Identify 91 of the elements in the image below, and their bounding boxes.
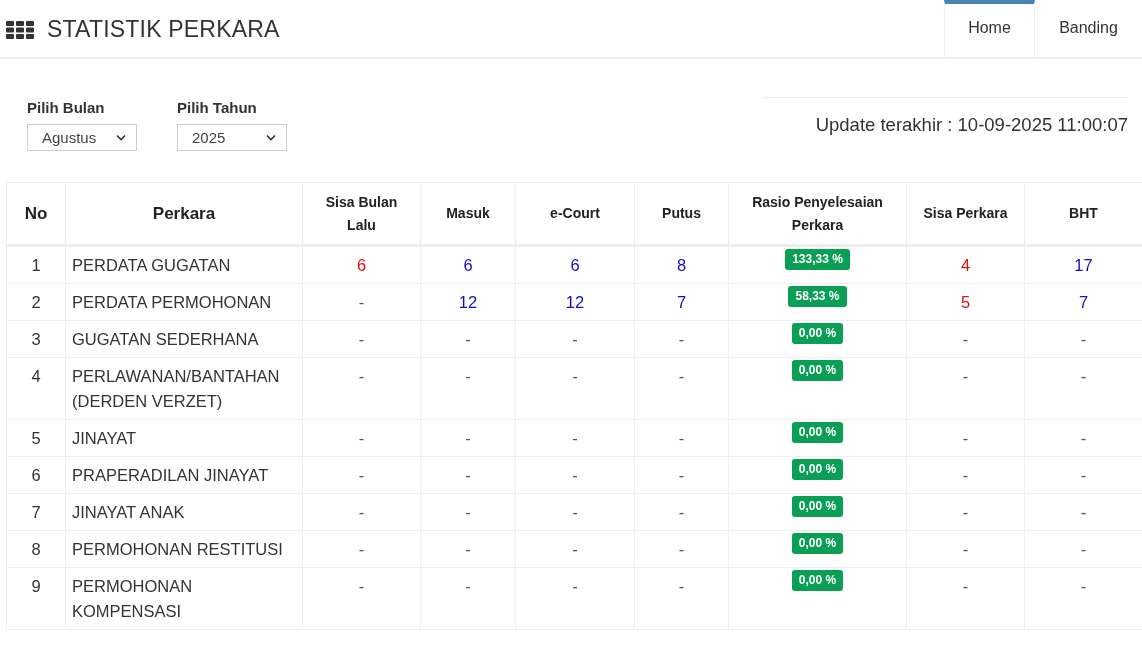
table-cell: PERLAWANAN/BANTAHAN (DERDEN VERZET): [65, 357, 303, 420]
table-cell: 12: [420, 283, 516, 321]
filter-label: Pilih Tahun: [177, 99, 258, 116]
table-cell: 4: [906, 245, 1025, 284]
table-cell: -: [515, 357, 635, 420]
ratio-badge: 58,33 %: [788, 286, 847, 307]
table-cell: -: [906, 493, 1025, 531]
filter-label: Pilih Bulan: [27, 99, 106, 116]
table-cell: 7: [6, 493, 66, 531]
table-cell: -: [906, 419, 1025, 457]
column-header: e-Court: [515, 182, 635, 246]
table-cell: -: [302, 419, 421, 457]
column-header: Sisa Perkara: [906, 182, 1025, 246]
table-cell: -: [302, 567, 421, 630]
table-cell: PERMOHONAN RESTITUSI: [65, 530, 303, 568]
table-cell: -: [420, 419, 516, 457]
table-cell: PERDATA PERMOHONAN: [65, 283, 303, 321]
column-header: Rasio Penyelesaian Perkara: [728, 182, 907, 246]
table-cell: 6: [515, 245, 635, 284]
ratio-badge: 0,00 %: [791, 422, 844, 443]
table-cell: PERMOHONAN KOMPENSASI: [65, 567, 303, 630]
column-header: Putus: [634, 182, 729, 246]
table-cell: -: [420, 567, 516, 630]
table-cell: -: [515, 530, 635, 568]
table-cell: 3: [6, 320, 66, 358]
table-cell: 5: [6, 419, 66, 457]
grid-menu-icon[interactable]: [6, 20, 34, 39]
table-cell: JINAYAT ANAK: [65, 493, 303, 531]
table-cell: -: [515, 419, 635, 457]
table-cell: JINAYAT: [65, 419, 303, 457]
table-cell: GUGATAN SEDERHANA: [65, 320, 303, 358]
table-cell: 6: [6, 456, 66, 494]
table-cell: 5: [906, 283, 1025, 321]
column-header: Perkara: [65, 182, 303, 246]
chevron-down-icon: [266, 134, 276, 141]
app-title: STATISTIK PERKARA: [47, 16, 280, 43]
table-cell: 2: [6, 283, 66, 321]
table-cell: 12: [515, 283, 635, 321]
table-cell: -: [420, 456, 516, 494]
table-cell: -: [302, 357, 421, 420]
table-cell: PERDATA GUGATAN: [65, 245, 303, 284]
table-cell: -: [420, 530, 516, 568]
table-cell: -: [302, 456, 421, 494]
table-cell: -: [420, 493, 516, 531]
ratio-badge: 0,00 %: [791, 323, 844, 344]
table-cell: -: [515, 493, 635, 531]
table-cell: 6: [302, 245, 421, 284]
table-cell: -: [302, 493, 421, 531]
ratio-badge: 0,00 %: [791, 360, 844, 381]
table-cell: -: [302, 530, 421, 568]
table-cell: -: [420, 320, 516, 358]
table-cell: -: [634, 567, 729, 630]
table-cell: -: [515, 320, 635, 358]
ratio-badge: 0,00 %: [791, 570, 844, 591]
table-cell: -: [634, 357, 729, 420]
column-header: No: [6, 182, 66, 246]
column-header: Sisa Bulan Lalu: [302, 182, 421, 246]
table-cell: -: [906, 320, 1025, 358]
table-cell: -: [906, 567, 1025, 630]
table-cell: -: [634, 419, 729, 457]
dropdown[interactable]: Agustus: [27, 124, 137, 151]
nav-tab[interactable]: Home: [944, 0, 1035, 57]
column-header: Masuk: [420, 182, 516, 246]
chevron-down-icon: [116, 134, 126, 141]
table-cell: -: [302, 320, 421, 358]
table-cell: 4: [6, 357, 66, 420]
table-cell: 8: [634, 245, 729, 284]
dropdown[interactable]: 2025: [177, 124, 287, 151]
table-cell: -: [515, 567, 635, 630]
ratio-badge: 0,00 %: [791, 496, 844, 517]
table-cell: PRAPERADILAN JINAYAT: [65, 456, 303, 494]
table-cell: -: [634, 493, 729, 531]
table-cell: -: [302, 283, 421, 321]
table-cell: 9: [6, 567, 66, 630]
ratio-badge: 0,00 %: [791, 459, 844, 480]
table-cell: -: [515, 456, 635, 494]
table-cell: -: [634, 320, 729, 358]
table-cell: 1: [6, 245, 66, 284]
table-cell: -: [634, 530, 729, 568]
table-cell: -: [906, 456, 1025, 494]
column-header: BHT: [1024, 182, 1142, 246]
last-update-text: Update terakhir : 10-09-2025 11:00:07: [815, 114, 1128, 135]
table-cell: -: [906, 530, 1025, 568]
table-cell: 8: [6, 530, 66, 568]
table-cell: -: [420, 357, 516, 420]
ratio-badge: 133,33 %: [785, 249, 850, 270]
table-cell: -: [634, 456, 729, 494]
table-cell: 7: [634, 283, 729, 321]
table-cell: -: [906, 357, 1025, 420]
table-cell: 6: [420, 245, 516, 284]
ratio-badge: 0,00 %: [791, 533, 844, 554]
